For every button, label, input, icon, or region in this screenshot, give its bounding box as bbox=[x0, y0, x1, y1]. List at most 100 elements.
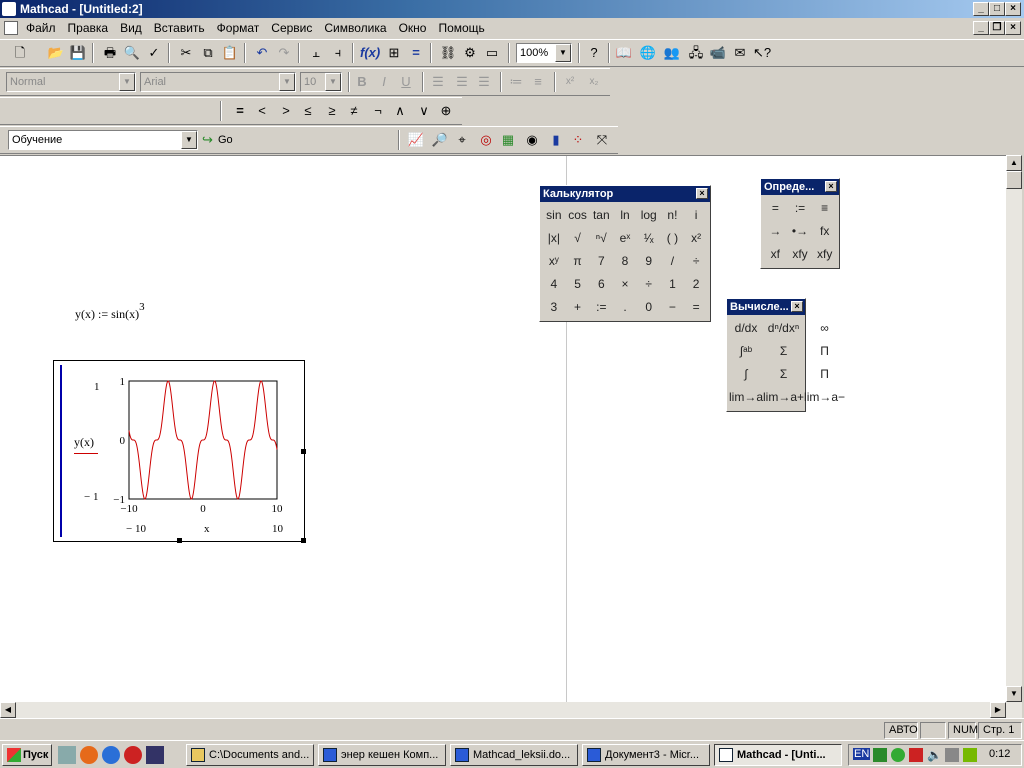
bool-greater[interactable]: > bbox=[276, 101, 296, 121]
menu-window[interactable]: Окно bbox=[393, 21, 433, 35]
new-icon[interactable]: 🗋 bbox=[10, 43, 30, 63]
video-icon[interactable]: 📹 bbox=[708, 43, 728, 63]
tray-icon-2[interactable] bbox=[891, 748, 905, 762]
calculator-button-8[interactable]: √ bbox=[566, 227, 590, 250]
maximize-button[interactable]: □ bbox=[989, 2, 1005, 16]
calculator-button-1[interactable]: cos bbox=[566, 204, 590, 227]
calculator-button-5[interactable]: n! bbox=[661, 204, 685, 227]
help-icon[interactable]: ? bbox=[584, 43, 604, 63]
task-word-2[interactable]: Mathcad_leksii.do... bbox=[450, 744, 578, 766]
worksheet[interactable]: y(x) := sin(x)3 1 0 −1 −10 0 10 y(x) 1 − 1 − … bbox=[0, 155, 1006, 703]
chevron-down-icon[interactable]: ▼ bbox=[181, 131, 197, 149]
calculator-button-13[interactable]: x² bbox=[684, 227, 708, 250]
bullets-icon[interactable]: ≔ bbox=[506, 72, 526, 92]
x-right-label[interactable]: 10 bbox=[272, 523, 283, 535]
language-indicator[interactable]: EN bbox=[853, 748, 871, 760]
definition-button-4[interactable]: •→ bbox=[788, 220, 813, 243]
opera-icon[interactable] bbox=[124, 746, 142, 764]
insert-unit-icon[interactable]: ⊞ bbox=[384, 43, 404, 63]
calculator-title[interactable]: Калькулятор × bbox=[540, 186, 710, 202]
collaboratory-icon[interactable]: 👥 bbox=[662, 43, 682, 63]
calculus-button-8[interactable]: Π bbox=[804, 363, 845, 386]
calculus-title[interactable]: Вычисле... × bbox=[727, 299, 805, 315]
menu-tools[interactable]: Сервис bbox=[265, 21, 318, 35]
ie-icon[interactable] bbox=[102, 746, 120, 764]
y-bottom-label[interactable]: − 1 bbox=[84, 491, 98, 503]
calculator-button-27[interactable]: 2 bbox=[684, 273, 708, 296]
definition-button-1[interactable]: := bbox=[788, 197, 813, 220]
web-icon[interactable]: 🌐 bbox=[638, 43, 658, 63]
network-tray-icon[interactable] bbox=[945, 748, 959, 762]
tray-icon-1[interactable] bbox=[873, 748, 887, 762]
calculator-button-33[interactable]: − bbox=[661, 296, 685, 319]
calculus-button-4[interactable]: Σ bbox=[763, 340, 804, 363]
close-icon[interactable]: × bbox=[791, 301, 803, 312]
component-wizard-icon[interactable]: ⚙ bbox=[460, 43, 480, 63]
chevron-down-icon[interactable]: ▼ bbox=[325, 73, 341, 91]
menu-symbolics[interactable]: Символика bbox=[318, 21, 392, 35]
calculus-button-0[interactable]: d/dx bbox=[729, 317, 763, 340]
function-definition[interactable]: y(x) := sin(x)3 bbox=[75, 301, 145, 322]
bool-less[interactable]: < bbox=[252, 101, 272, 121]
print-icon[interactable]: 🖶 bbox=[100, 43, 120, 63]
definition-button-2[interactable]: ≡ bbox=[812, 197, 837, 220]
vertical-scrollbar[interactable]: ▲ ▼ bbox=[1006, 155, 1022, 702]
calculus-button-1[interactable]: dⁿ/dxⁿ bbox=[763, 317, 804, 340]
calculator-button-28[interactable]: 3 bbox=[542, 296, 566, 319]
zoom-plot-icon[interactable]: 🔎 bbox=[430, 130, 450, 150]
x-axis-label[interactable]: x bbox=[204, 523, 210, 535]
resize-handle-corner[interactable] bbox=[301, 538, 306, 543]
align-top-icon[interactable]: ⫠ bbox=[306, 43, 326, 63]
style-select[interactable]: Normal ▼ bbox=[6, 72, 136, 92]
calculus-button-11[interactable]: lim→a− bbox=[804, 386, 845, 409]
doc-restore-button[interactable]: ❐ bbox=[989, 21, 1005, 35]
bool-not-equal[interactable]: ≠ bbox=[344, 101, 364, 121]
definition-button-5[interactable]: fx bbox=[812, 220, 837, 243]
definition-button-8[interactable]: xfy bbox=[812, 243, 837, 266]
calculator-button-29[interactable]: + bbox=[566, 296, 590, 319]
doc-close-button[interactable]: × bbox=[1005, 21, 1021, 35]
redo-icon[interactable]: ↷ bbox=[274, 43, 294, 63]
align-right-icon[interactable]: ☰ bbox=[474, 72, 494, 92]
calculus-button-2[interactable]: ∞ bbox=[804, 317, 845, 340]
menu-format[interactable]: Формат bbox=[211, 21, 266, 35]
whats-this-icon[interactable]: ↖? bbox=[752, 43, 772, 63]
resize-handle-right[interactable] bbox=[301, 449, 306, 454]
surface-plot-icon[interactable]: ▦ bbox=[498, 130, 518, 150]
undo-icon[interactable]: ↶ bbox=[252, 43, 272, 63]
underline-icon[interactable]: U bbox=[396, 72, 416, 92]
calculator-button-2[interactable]: tan bbox=[589, 204, 613, 227]
calculator-button-31[interactable]: . bbox=[613, 296, 637, 319]
bool-and[interactable]: ∧ bbox=[390, 101, 410, 121]
task-word-3[interactable]: Документ3 - Micr... bbox=[582, 744, 710, 766]
task-word-1[interactable]: энер кешен Комп... bbox=[318, 744, 446, 766]
calculator-button-15[interactable]: π bbox=[566, 250, 590, 273]
chevron-down-icon[interactable]: ▼ bbox=[279, 73, 295, 91]
x-left-label[interactable]: − 10 bbox=[126, 523, 146, 535]
calculator-button-7[interactable]: |x| bbox=[542, 227, 566, 250]
calculator-palette[interactable]: Калькулятор × sin cos tan ln log n! i |x| √ ⁿ√ eˣ ¹⁄… bbox=[539, 185, 711, 322]
close-icon[interactable]: × bbox=[825, 181, 837, 192]
calculator-button-3[interactable]: ln bbox=[613, 204, 637, 227]
calculus-button-9[interactable]: lim→a bbox=[729, 386, 763, 409]
show-desktop-icon[interactable] bbox=[58, 746, 76, 764]
superscript-icon[interactable]: x² bbox=[560, 72, 580, 92]
minimize-button[interactable]: _ bbox=[973, 2, 989, 16]
calculator-button-18[interactable]: 9 bbox=[637, 250, 661, 273]
definition-button-6[interactable]: xf bbox=[763, 243, 788, 266]
scroll-left-icon[interactable]: ◀ bbox=[0, 702, 16, 718]
bool-not[interactable]: ¬ bbox=[368, 101, 388, 121]
print-preview-icon[interactable]: 🔍 bbox=[122, 43, 142, 63]
calculus-button-10[interactable]: lim→a+ bbox=[763, 386, 804, 409]
volume-icon[interactable]: 🔈 bbox=[927, 748, 942, 762]
save-icon[interactable]: 💾 bbox=[68, 43, 88, 63]
chevron-down-icon[interactable]: ▼ bbox=[119, 73, 135, 91]
calculator-button-14[interactable]: xʸ bbox=[542, 250, 566, 273]
calculus-button-3[interactable]: ∫ᵃᵇ bbox=[729, 340, 763, 363]
chevron-down-icon[interactable]: ▼ bbox=[555, 44, 571, 62]
calculator-button-16[interactable]: 7 bbox=[589, 250, 613, 273]
calculator-button-23[interactable]: 6 bbox=[589, 273, 613, 296]
scroll-down-icon[interactable]: ▼ bbox=[1006, 686, 1022, 702]
resources-select[interactable]: Обучение ▼ bbox=[8, 130, 198, 150]
doc-minimize-button[interactable]: _ bbox=[973, 21, 989, 35]
